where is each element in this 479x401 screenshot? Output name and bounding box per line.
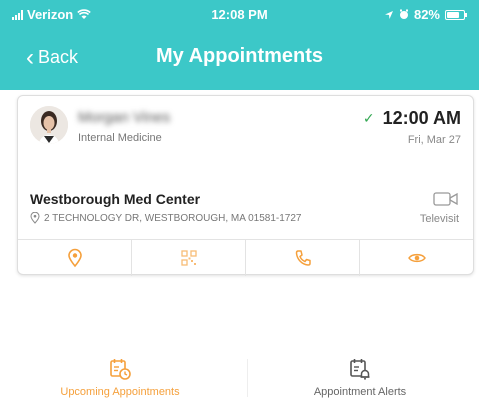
visit-type: Televisit xyxy=(419,213,459,225)
battery-percent: 82% xyxy=(413,7,440,22)
tab-appointment-alerts[interactable]: Appointment Alerts xyxy=(240,353,479,401)
video-camera-icon xyxy=(433,192,458,206)
check-icon: ✓ xyxy=(362,110,375,126)
qr-code-icon xyxy=(180,250,197,266)
view-details-button[interactable] xyxy=(360,240,473,276)
facility-address: 2 TECHNOLOGY DR, WESTBOROUGH, MA 01581-1… xyxy=(30,212,302,224)
tab-bar: Upcoming Appointments Appointment Alerts xyxy=(0,353,479,401)
address-text: 2 TECHNOLOGY DR, WESTBOROUGH, MA 01581-1… xyxy=(44,212,302,224)
avatar xyxy=(30,106,68,144)
eye-icon xyxy=(407,253,426,263)
phone-icon xyxy=(295,250,311,266)
directions-button[interactable] xyxy=(18,240,132,276)
pin-icon xyxy=(30,212,40,224)
back-label: Back xyxy=(38,47,79,67)
specialty: Internal Medicine xyxy=(78,132,162,144)
appointment-card[interactable]: Morgan Vines Internal Medicine ✓ 12:00 A… xyxy=(17,95,474,276)
battery-icon xyxy=(445,9,467,20)
chevron-left-icon: ‹ xyxy=(26,43,34,71)
tab-label-upcoming: Upcoming Appointments xyxy=(60,386,180,398)
facility-name: Westborough Med Center xyxy=(30,191,201,207)
back-button[interactable]: ‹ Back xyxy=(26,43,79,71)
calendar-clock-icon xyxy=(110,359,131,380)
location-pin-icon xyxy=(67,248,82,268)
tab-upcoming-appointments[interactable]: Upcoming Appointments xyxy=(0,353,240,401)
calendar-bell-icon xyxy=(350,359,370,380)
nav-bar: ‹ Back My Appointments xyxy=(0,28,479,90)
status-bar: Verizon 12:08 PM 82% xyxy=(0,0,479,28)
qr-code-button[interactable] xyxy=(132,240,246,276)
alarm-icon xyxy=(399,9,408,19)
time-text: 12:00 AM xyxy=(382,108,461,128)
provider-name: Morgan Vines xyxy=(78,109,171,126)
battery-fill xyxy=(447,11,460,18)
call-button[interactable] xyxy=(246,240,360,276)
status-right: 82% xyxy=(384,7,467,22)
appointment-date: Fri, Mar 27 xyxy=(407,134,461,146)
appointment-time: ✓ 12:00 AM xyxy=(363,108,461,129)
tab-label-alerts: Appointment Alerts xyxy=(313,386,407,398)
appointment-actions xyxy=(18,239,473,276)
location-icon xyxy=(384,10,393,19)
